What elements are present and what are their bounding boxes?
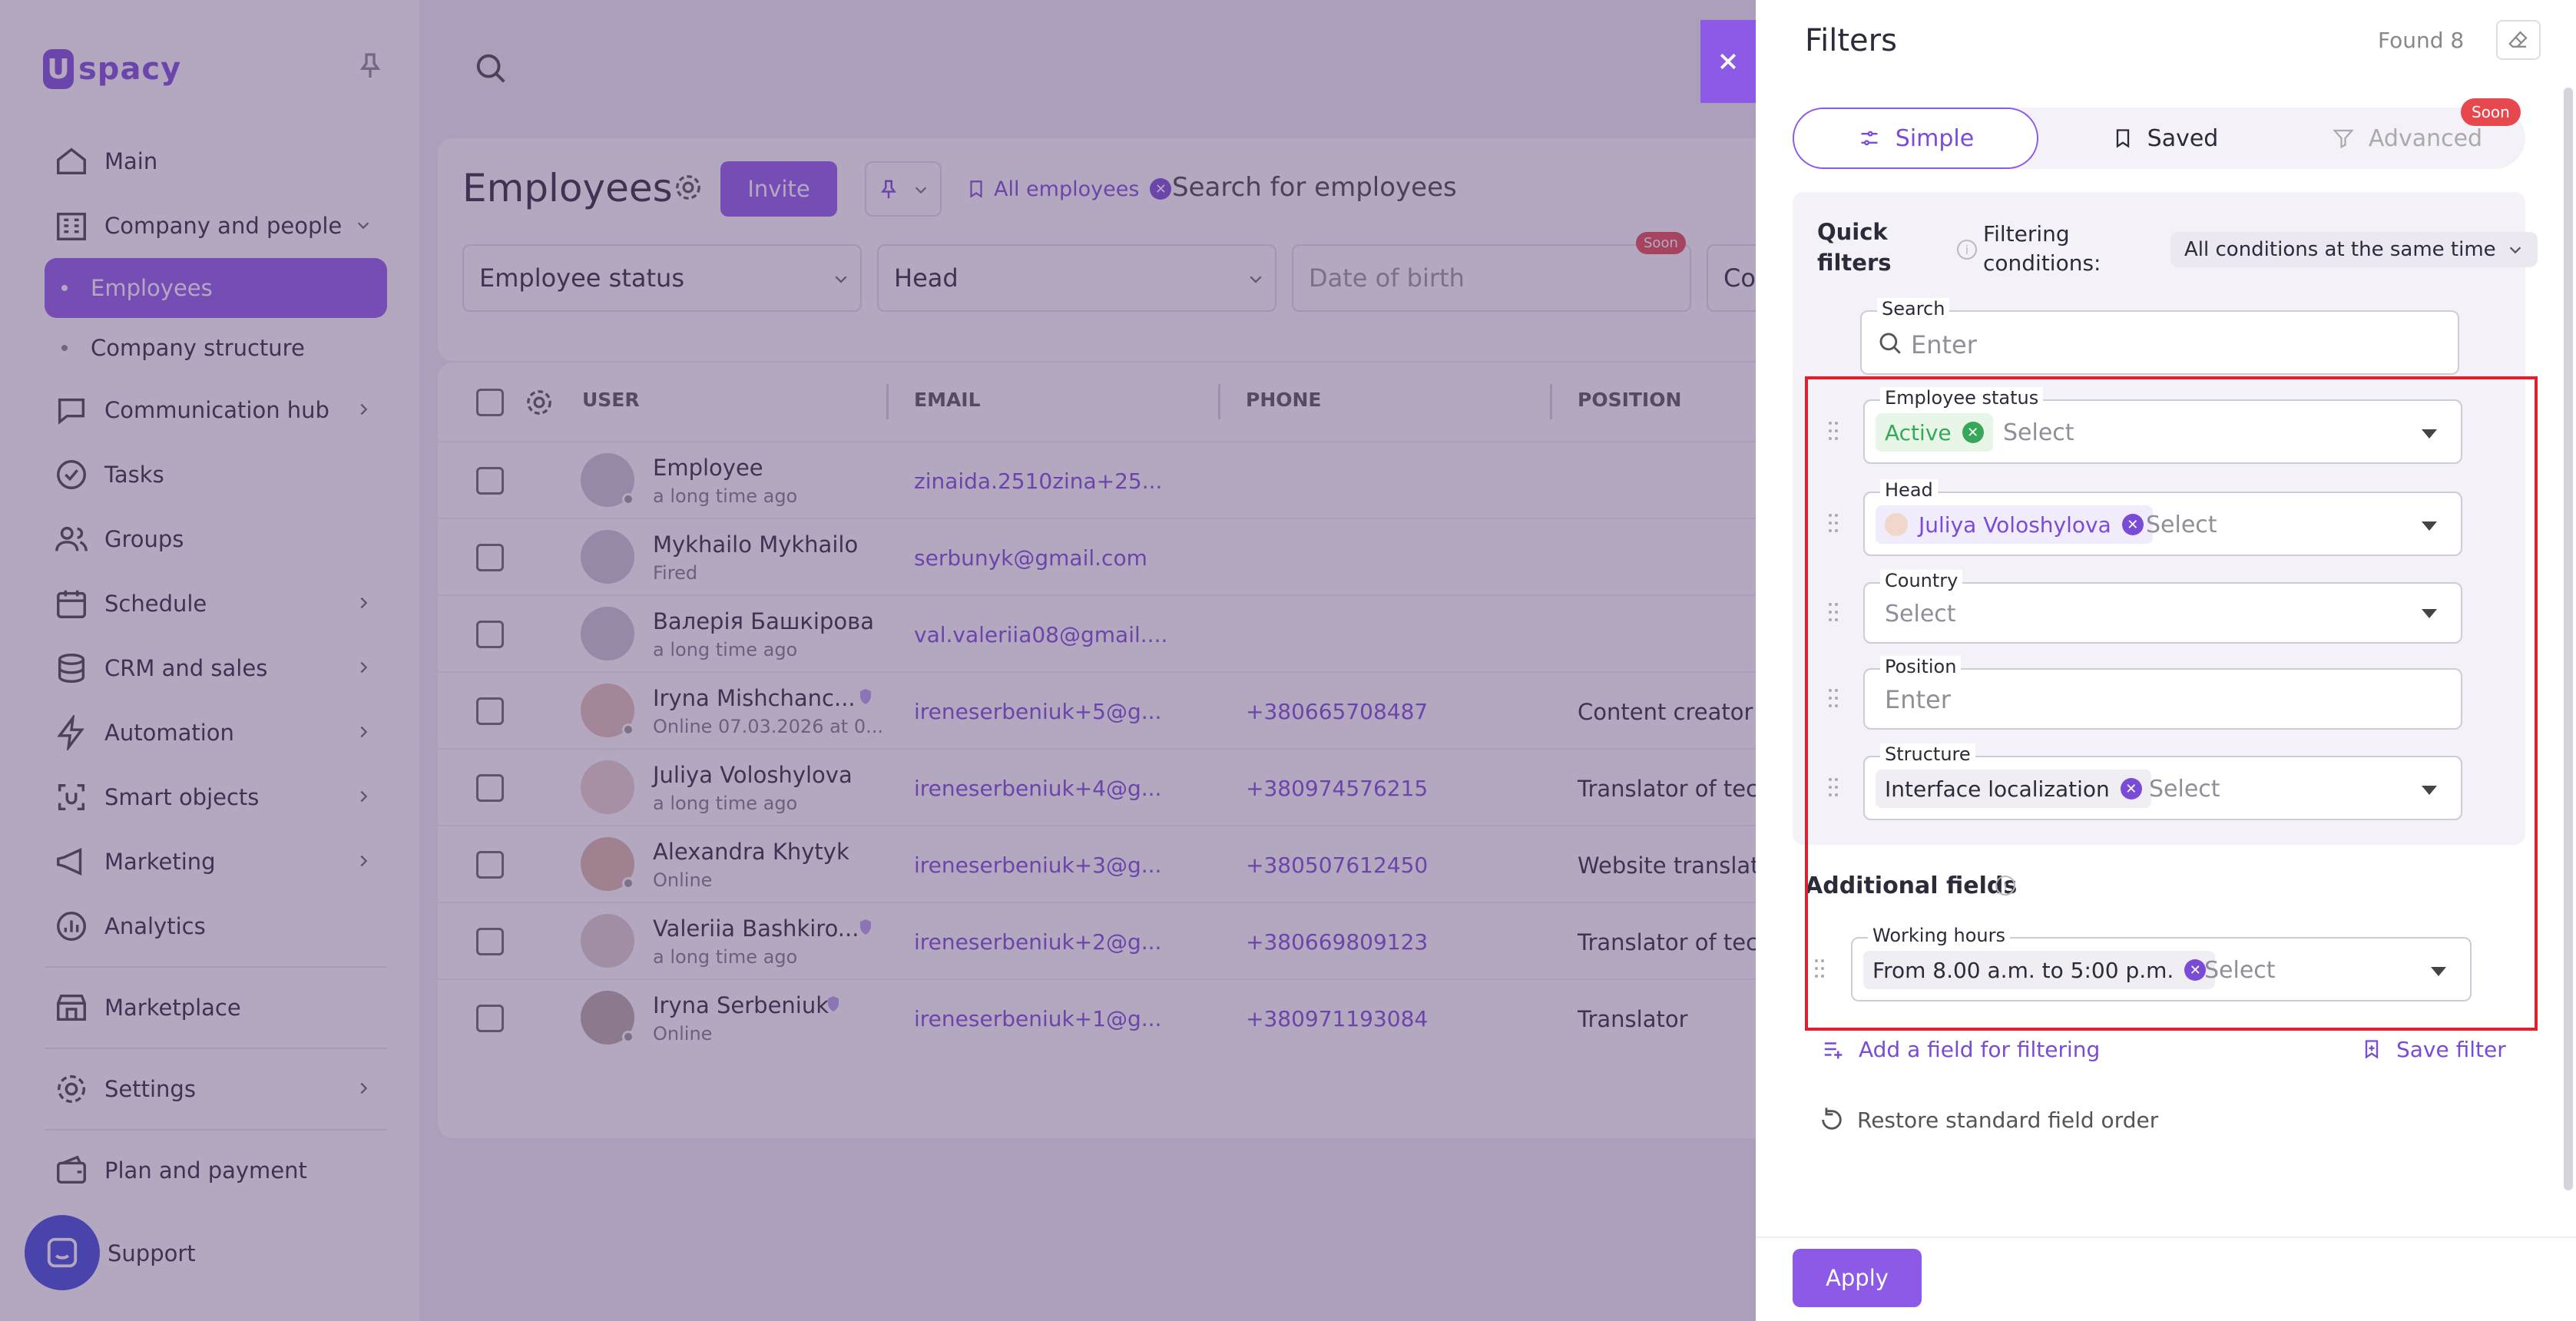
save-filter-button[interactable]: Save filter xyxy=(2361,1034,2506,1064)
apply-button[interactable]: Apply xyxy=(1793,1249,1922,1307)
soon-badge: Soon xyxy=(2461,98,2521,126)
field-label: Search xyxy=(1877,298,1950,319)
tab-saved[interactable]: Saved xyxy=(2054,108,2276,169)
filtering-conditions-label: Filtering conditions: xyxy=(1983,221,2101,276)
add-list-icon xyxy=(1824,1042,1843,1059)
filtering-conditions-select[interactable]: All conditions at the same time xyxy=(2170,232,2538,267)
save-filter-label: Save filter xyxy=(2396,1036,2506,1062)
panel-title: Filters xyxy=(1805,23,1897,58)
tab-simple[interactable]: Simple xyxy=(1793,108,2038,169)
filters-panel: Filters Found 8 Simple Saved Advanced So… xyxy=(1756,0,2576,1321)
info-icon[interactable]: i xyxy=(1957,240,1977,260)
restore-order-button[interactable]: Restore standard field order xyxy=(1819,1104,2158,1135)
search-icon xyxy=(1879,333,1901,354)
sliders-icon xyxy=(1861,131,1878,146)
add-field-label: Add a field for filtering xyxy=(1859,1036,2101,1062)
tab-label: Simple xyxy=(1895,124,1975,152)
search-placeholder: Enter xyxy=(1911,330,1977,359)
app-root: U spacy Main Company and people Employee… xyxy=(0,0,2576,1321)
filter-icon xyxy=(2333,129,2354,149)
close-icon xyxy=(1720,53,1737,70)
add-field-button[interactable]: Add a field for filtering xyxy=(1820,1034,2100,1064)
close-filters-button[interactable] xyxy=(1700,20,1756,103)
restore-icon xyxy=(1822,1107,1842,1130)
clear-filters-button[interactable] xyxy=(2496,20,2541,60)
panel-scrollbar[interactable] xyxy=(2564,88,2573,1190)
bookmark-icon xyxy=(2365,1040,2379,1059)
condition-value: All conditions at the same time xyxy=(2184,238,2496,261)
tab-label: Saved xyxy=(2147,124,2219,152)
restore-label: Restore standard field order xyxy=(1857,1107,2159,1133)
quick-filters-label: Quick filters xyxy=(1817,219,1892,276)
highlight-box xyxy=(1805,376,2538,1031)
chevron-down-icon xyxy=(2509,247,2521,254)
tab-label: Advanced xyxy=(2368,124,2483,152)
search-field[interactable]: Search Enter xyxy=(1860,298,2459,375)
modal-backdrop[interactable] xyxy=(0,0,1756,1321)
eraser-icon xyxy=(2508,31,2528,48)
found-count: Found 8 xyxy=(2378,28,2465,53)
filter-mode-tabs: Simple Saved Advanced xyxy=(1793,108,2525,169)
bookmark-icon xyxy=(2116,129,2129,148)
